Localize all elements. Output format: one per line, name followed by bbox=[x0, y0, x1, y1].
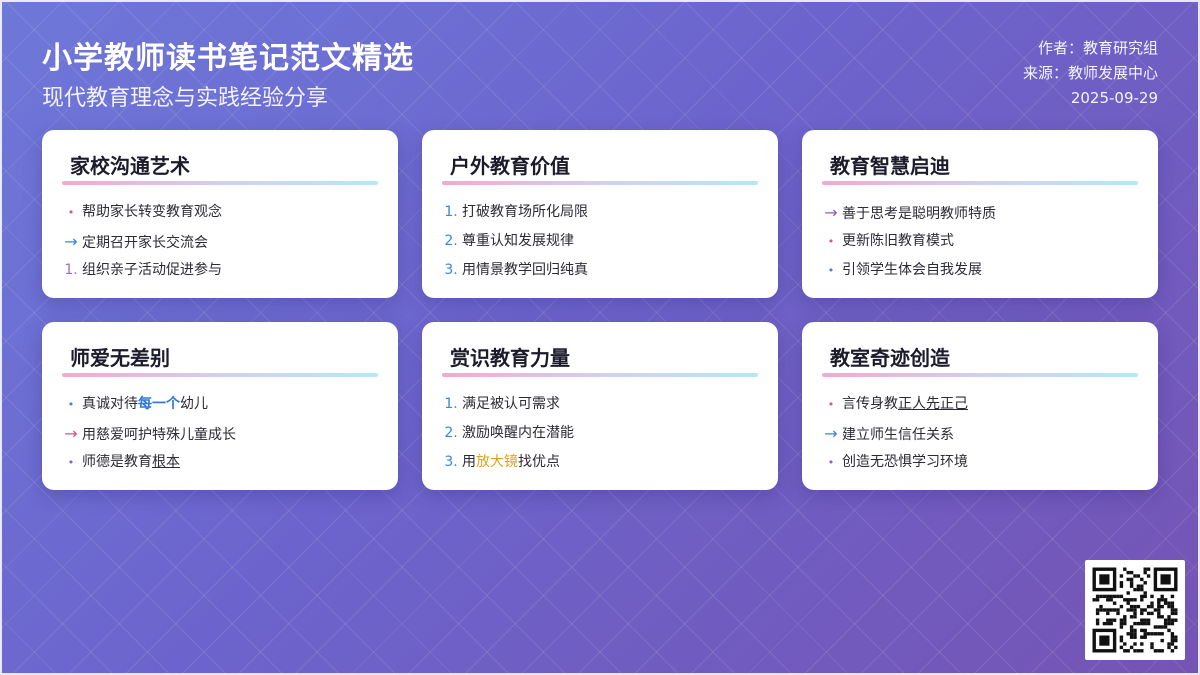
number-marker: 1. bbox=[444, 396, 458, 412]
list-item: • 言传身教正人先正己 bbox=[822, 390, 968, 419]
list-item: • 更新陈旧教育模式 bbox=[822, 227, 996, 256]
card-gradient-bar bbox=[62, 373, 378, 377]
item-text-pre: 言传身教 bbox=[842, 396, 898, 412]
card-title: 户外教育价值 bbox=[450, 154, 570, 178]
arrow-marker: → bbox=[64, 424, 78, 443]
arrow-marker: → bbox=[824, 424, 838, 443]
number-marker: 3. bbox=[444, 262, 458, 278]
arrow-marker: → bbox=[824, 203, 838, 222]
list-item: 2. 尊重认知发展规律 bbox=[442, 227, 588, 256]
card-gradient-bar bbox=[822, 181, 1138, 185]
item-text-pre: 真诚对待 bbox=[82, 396, 138, 412]
bullet-marker: • bbox=[827, 264, 835, 277]
list-item: → 用慈爱呵护特殊儿童成长 bbox=[62, 419, 236, 448]
qr-code-icon[interactable] bbox=[1085, 560, 1185, 660]
item-text: 定期召开家长交流会 bbox=[82, 235, 208, 251]
bullet-marker: • bbox=[67, 456, 75, 469]
card-gradient-bar bbox=[62, 181, 378, 185]
item-text: 更新陈旧教育模式 bbox=[842, 233, 954, 249]
bullet-marker: • bbox=[827, 398, 835, 411]
item-text: 善于思考是聪明教师特质 bbox=[842, 206, 996, 222]
page-subtitle: 现代教育理念与实践经验分享 bbox=[42, 86, 329, 111]
card-appreciation-education: 赏识教育力量 1. 满足被认可需求 2. 激励唤醒内在潜能 3. 用放大镜找优点 bbox=[422, 322, 778, 490]
number-marker: 2. bbox=[444, 233, 458, 249]
card-home-school: 家校沟通艺术 • 帮助家长转变教育观念 → 定期召开家长交流会 1. 组织亲子活动促进… bbox=[42, 130, 398, 298]
card-teacher-love: 师爱无差别 • 真诚对待每一个幼儿 → 用慈爱呵护特殊儿童成长 • 师德是教育根本 bbox=[42, 322, 398, 490]
card-title: 教室奇迹创造 bbox=[830, 346, 950, 370]
card-education-wisdom: 教育智慧启迪 → 善于思考是聪明教师特质 • 更新陈旧教育模式 • 引领学生体会自我发… bbox=[802, 130, 1158, 298]
item-text: 帮助家长转变教育观念 bbox=[82, 204, 222, 220]
bullet-marker: • bbox=[67, 398, 75, 411]
item-text: 用慈爱呵护特殊儿童成长 bbox=[82, 427, 236, 443]
highlight-text: 每一个 bbox=[138, 396, 180, 412]
date-text: 2025-09-29 bbox=[1070, 89, 1158, 107]
qr-code-graphic bbox=[1092, 567, 1178, 653]
list-item: • 引领学生体会自我发展 bbox=[822, 256, 996, 285]
card-list: • 言传身教正人先正己 → 建立师生信任关系 • 创造无恐惧学习环境 bbox=[822, 390, 968, 477]
bullet-marker: • bbox=[67, 206, 75, 219]
arrow-marker: → bbox=[64, 232, 78, 251]
item-text: 尊重认知发展规律 bbox=[462, 233, 574, 249]
list-item: • 创造无恐惧学习环境 bbox=[822, 448, 968, 477]
card-list: 1. 满足被认可需求 2. 激励唤醒内在潜能 3. 用放大镜找优点 bbox=[442, 390, 574, 477]
list-item: 1. 打破教育场所化局限 bbox=[442, 198, 588, 227]
meta-info: 作者：教育研究组 来源：教师发展中心 2025-09-29 bbox=[1023, 36, 1158, 111]
number-marker: 2. bbox=[444, 425, 458, 441]
item-text: 组织亲子活动促进参与 bbox=[82, 262, 222, 278]
page-title: 小学教师读书笔记范文精选 bbox=[42, 41, 414, 76]
list-item: 3. 用情景教学回归纯真 bbox=[442, 256, 588, 285]
list-item: → 定期召开家长交流会 bbox=[62, 227, 222, 256]
item-text-post: 找优点 bbox=[518, 454, 560, 470]
item-text: 引领学生体会自我发展 bbox=[842, 262, 982, 278]
list-item: • 帮助家长转变教育观念 bbox=[62, 198, 222, 227]
card-list: 1. 打破教育场所化局限 2. 尊重认知发展规律 3. 用情景教学回归纯真 bbox=[442, 198, 588, 285]
list-item: • 真诚对待每一个幼儿 bbox=[62, 390, 236, 419]
number-marker: 3. bbox=[444, 454, 458, 470]
card-list: • 真诚对待每一个幼儿 → 用慈爱呵护特殊儿童成长 • 师德是教育根本 bbox=[62, 390, 236, 477]
source-text: 来源：教师发展中心 bbox=[1022, 64, 1158, 82]
card-list: • 帮助家长转变教育观念 → 定期召开家长交流会 1. 组织亲子活动促进参与 bbox=[62, 198, 222, 285]
list-item: 1. 满足被认可需求 bbox=[442, 390, 574, 419]
item-text: 创造无恐惧学习环境 bbox=[842, 454, 968, 470]
underline-text: 根本 bbox=[152, 454, 180, 470]
list-item: → 建立师生信任关系 bbox=[822, 419, 968, 448]
card-title: 师爱无差别 bbox=[70, 346, 170, 370]
card-classroom-miracle: 教室奇迹创造 • 言传身教正人先正己 → 建立师生信任关系 • 创造无恐惧学习环境 bbox=[802, 322, 1158, 490]
list-item: • 师德是教育根本 bbox=[62, 448, 236, 477]
bullet-marker: • bbox=[827, 456, 835, 469]
list-item: → 善于思考是聪明教师特质 bbox=[822, 198, 996, 227]
card-title: 赏识教育力量 bbox=[450, 346, 570, 370]
card-list: → 善于思考是聪明教师特质 • 更新陈旧教育模式 • 引领学生体会自我发展 bbox=[822, 198, 996, 285]
underline-text: 正人先正己 bbox=[898, 396, 968, 412]
number-marker: 1. bbox=[444, 204, 458, 220]
list-item: 3. 用放大镜找优点 bbox=[442, 448, 574, 477]
card-gradient-bar bbox=[442, 181, 758, 185]
item-text: 满足被认可需求 bbox=[462, 396, 560, 412]
list-item: 2. 激励唤醒内在潜能 bbox=[442, 419, 574, 448]
item-text: 激励唤醒内在潜能 bbox=[462, 425, 574, 441]
item-text-pre: 师德是教育 bbox=[82, 454, 152, 470]
highlight-text: 放大镜 bbox=[476, 454, 518, 470]
card-gradient-bar bbox=[822, 373, 1138, 377]
card-outdoor-education: 户外教育价值 1. 打破教育场所化局限 2. 尊重认知发展规律 3. 用情景教学回归纯… bbox=[422, 130, 778, 298]
author-text: 作者：教育研究组 bbox=[1037, 39, 1158, 57]
list-item: 1. 组织亲子活动促进参与 bbox=[62, 256, 222, 285]
card-title: 教育智慧启迪 bbox=[830, 154, 950, 178]
card-title: 家校沟通艺术 bbox=[70, 154, 190, 178]
item-text-post: 幼儿 bbox=[180, 396, 208, 412]
item-text: 建立师生信任关系 bbox=[842, 427, 954, 443]
bullet-marker: • bbox=[827, 235, 835, 248]
item-text: 打破教育场所化局限 bbox=[462, 204, 588, 220]
item-text-pre: 用 bbox=[462, 454, 476, 470]
item-text: 用情景教学回归纯真 bbox=[462, 262, 588, 278]
card-gradient-bar bbox=[442, 373, 758, 377]
number-marker: 1. bbox=[64, 262, 78, 278]
